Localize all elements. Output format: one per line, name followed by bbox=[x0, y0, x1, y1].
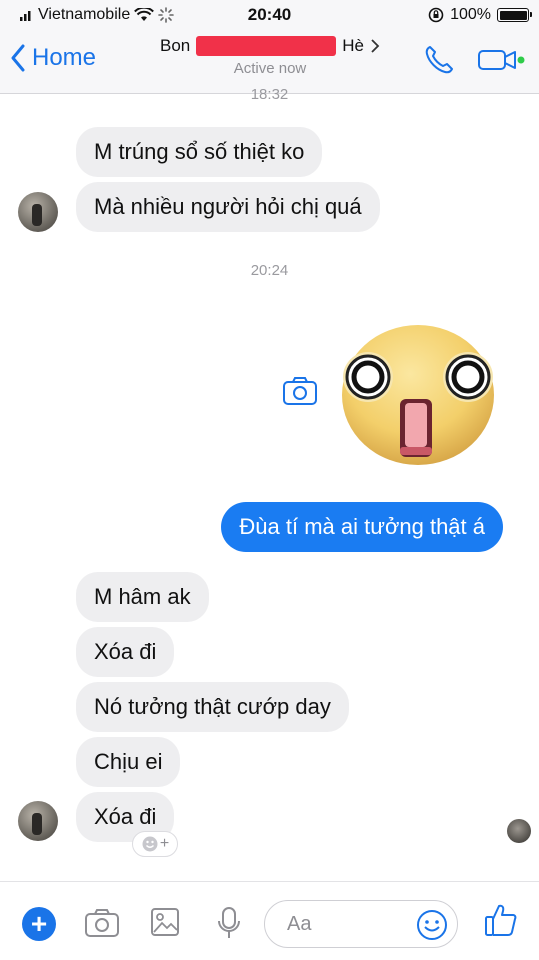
contact-name-start: Bon bbox=[160, 36, 191, 55]
add-reaction-button[interactable]: + bbox=[132, 831, 178, 857]
back-label: Home bbox=[32, 44, 97, 71]
name-redaction bbox=[196, 36, 337, 56]
more-actions-button[interactable]: + bbox=[22, 907, 56, 941]
header-actions bbox=[423, 44, 525, 76]
outgoing-message[interactable]: Đùa tí mà ai tưởng thật á bbox=[221, 502, 503, 552]
contact-name: Bon Hè bbox=[160, 36, 380, 56]
contact-avatar[interactable] bbox=[18, 192, 58, 232]
chevron-left-icon bbox=[11, 44, 25, 72]
message-input[interactable] bbox=[287, 913, 407, 936]
incoming-message[interactable]: Xóa đi bbox=[76, 627, 175, 677]
microphone-icon[interactable] bbox=[216, 906, 242, 940]
message-thread[interactable]: 18:32 M trúng sổ số thiệt ko Mà nhiều ng… bbox=[0, 86, 539, 881]
incoming-message[interactable]: M hâm ak bbox=[76, 572, 209, 622]
smiley-icon bbox=[142, 836, 158, 852]
contact-info[interactable]: Bon Hè Active now bbox=[150, 36, 390, 77]
back-button[interactable]: Home bbox=[10, 44, 96, 72]
message-input-container[interactable] bbox=[264, 900, 458, 948]
battery-percent: 100% bbox=[450, 6, 491, 23]
emoji-icon[interactable] bbox=[415, 908, 449, 942]
gallery-icon[interactable] bbox=[150, 906, 180, 938]
seen-avatar bbox=[507, 819, 531, 843]
incoming-message[interactable]: M trúng sổ số thiệt ko bbox=[76, 127, 323, 177]
chevron-right-icon bbox=[371, 39, 380, 53]
plus-icon: + bbox=[159, 835, 170, 852]
conversation-header: Home Bon Hè Active now bbox=[0, 30, 539, 94]
status-bar: Vietnamobile 20:40 100% bbox=[0, 0, 539, 30]
camera-icon[interactable] bbox=[84, 906, 120, 938]
video-call-icon[interactable] bbox=[477, 46, 525, 74]
timestamp: 20:24 bbox=[250, 262, 289, 279]
battery-icon bbox=[497, 8, 532, 22]
status-right: 100% bbox=[428, 6, 532, 24]
phone-call-icon[interactable] bbox=[423, 44, 455, 76]
contact-avatar[interactable] bbox=[18, 801, 58, 841]
shocked-face-sticker[interactable] bbox=[338, 321, 498, 467]
composer-bar: + bbox=[0, 881, 539, 960]
active-status: Active now bbox=[233, 60, 307, 77]
timestamp: 18:32 bbox=[250, 86, 289, 103]
incoming-message[interactable]: Mà nhiều người hỏi chị quá bbox=[76, 182, 380, 232]
incoming-message[interactable]: Chịu ei bbox=[76, 737, 181, 787]
contact-name-end: Hè bbox=[342, 36, 364, 55]
incoming-message[interactable]: Nó tưởng thật cướp day bbox=[76, 682, 349, 732]
camera-reply-icon[interactable] bbox=[280, 371, 320, 411]
thumbs-up-icon[interactable] bbox=[483, 902, 519, 938]
orientation-lock-icon bbox=[428, 7, 444, 23]
